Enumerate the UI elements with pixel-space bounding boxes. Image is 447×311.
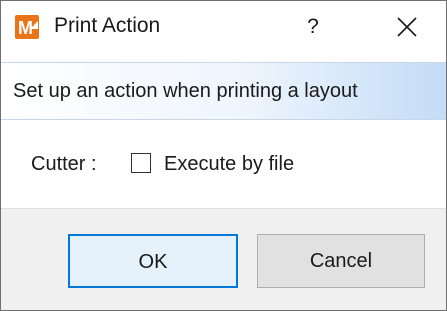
options-panel: Cutter : Execute by file (1, 120, 446, 208)
button-bar: OK Cancel (1, 208, 446, 310)
execute-by-file-label[interactable]: Execute by file (164, 151, 294, 177)
dialog-window: M Print Action ? Set up an action when p… (0, 0, 447, 311)
description-banner: Set up an action when printing a layout (1, 62, 446, 120)
cancel-button[interactable]: Cancel (257, 234, 425, 288)
window-title: Print Action (54, 14, 161, 37)
ok-button[interactable]: OK (68, 234, 238, 288)
help-button[interactable]: ? (293, 1, 333, 53)
execute-by-file-checkbox[interactable] (131, 153, 151, 173)
title-bar: M Print Action ? (1, 1, 446, 56)
cutter-label: Cutter : (31, 153, 97, 175)
close-icon[interactable] (381, 1, 433, 53)
app-logo-icon: M (15, 15, 39, 39)
app-logo-letter: M (18, 18, 33, 38)
banner-text: Set up an action when printing a layout (13, 80, 358, 102)
